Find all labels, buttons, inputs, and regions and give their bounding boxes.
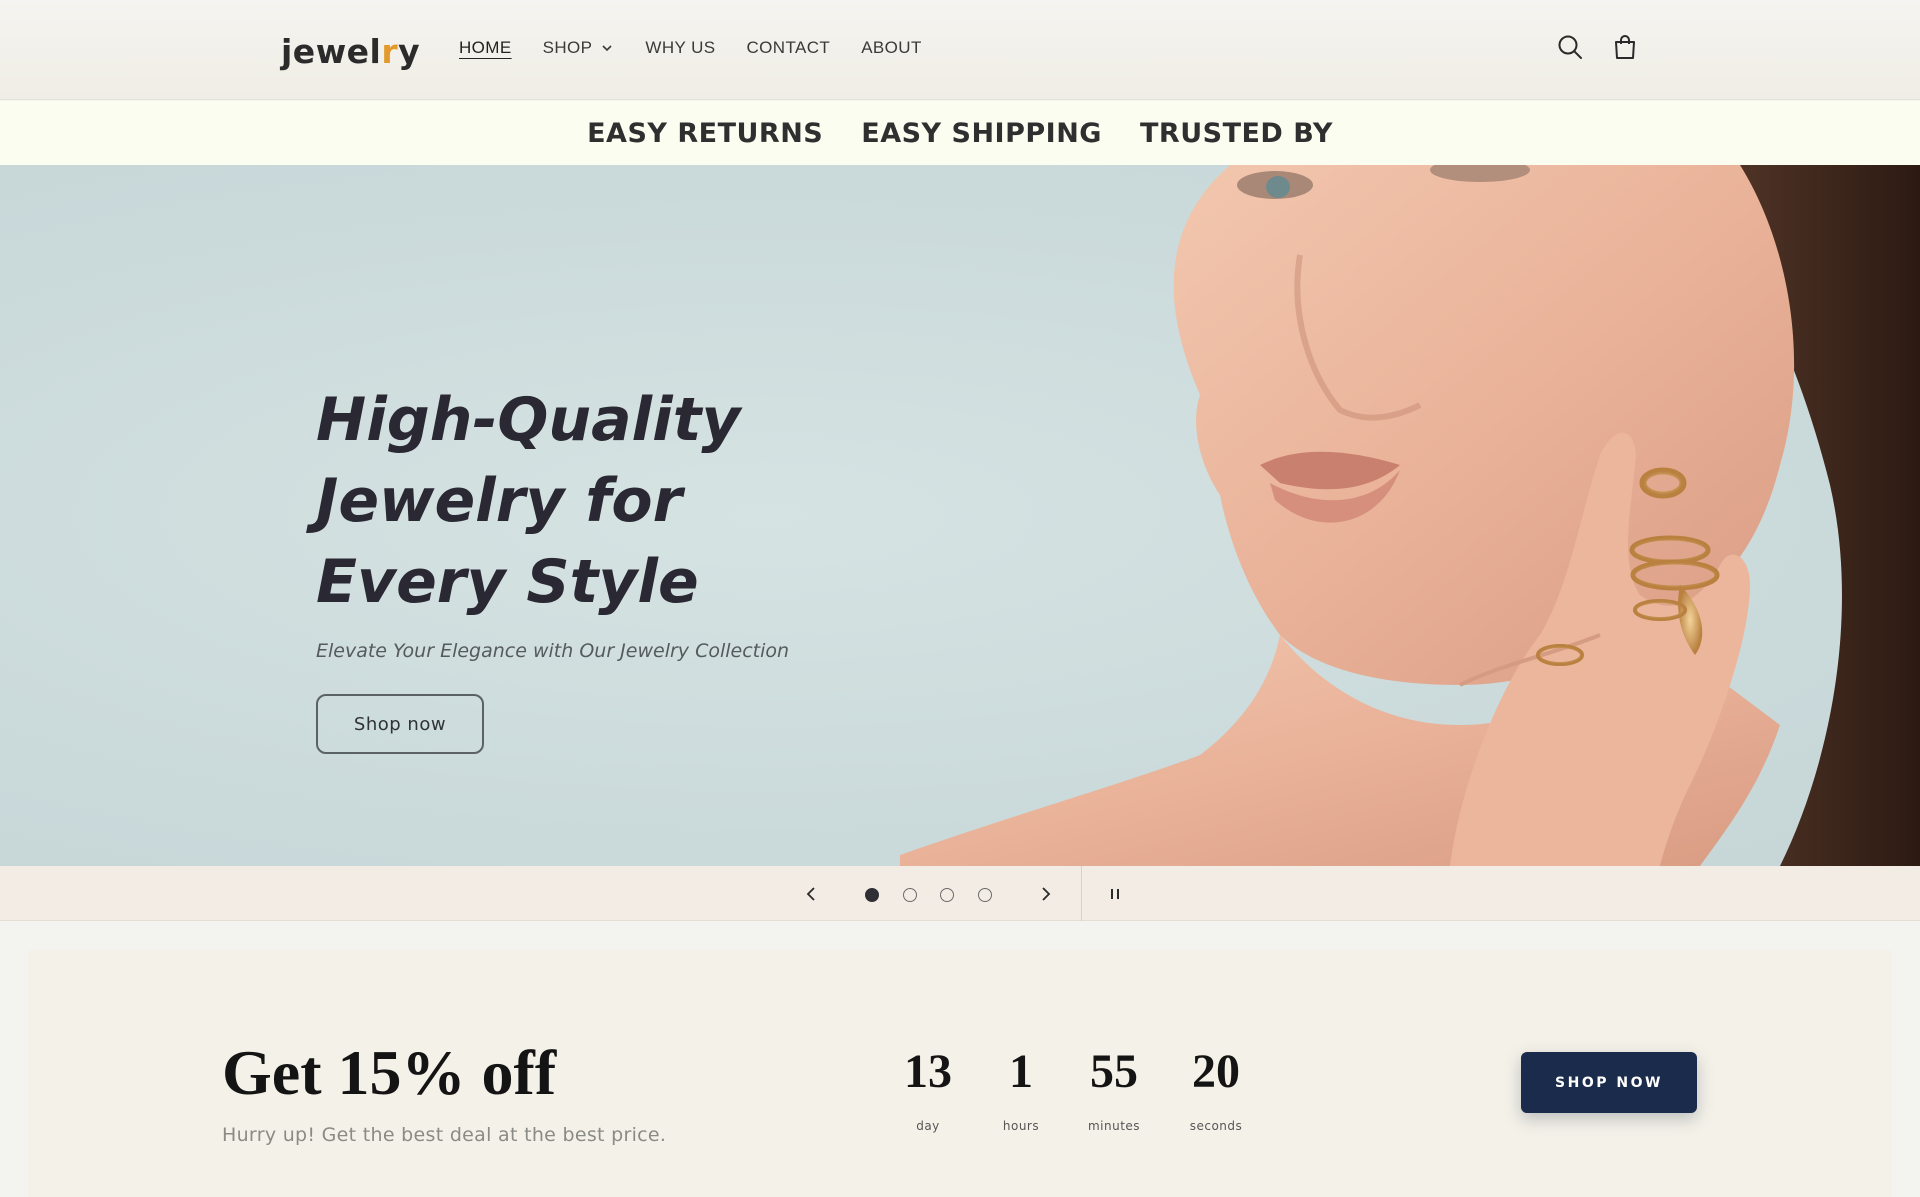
promo-subtitle: Hurry up! Get the best deal at the best … (222, 1124, 667, 1146)
brand-logo[interactable]: jewelry (281, 32, 420, 71)
countdown-minutes-label: minutes (1087, 1119, 1141, 1133)
countdown-minutes-value: 55 (1090, 1045, 1138, 1098)
countdown-hours-label: hours (1002, 1119, 1040, 1133)
chevron-left-icon[interactable] (801, 884, 821, 904)
hero-banner: High-Quality Jewelry for Every Style Ele… (0, 165, 1920, 866)
site-header: jewelry HOME SHOP WHY US CONTACT ABOUT (0, 0, 1920, 100)
hero-subtitle: Elevate Your Elegance with Our Jewelry C… (316, 640, 790, 662)
controls-divider (1081, 866, 1082, 921)
hero-model-image (900, 165, 1920, 866)
nav-contact[interactable]: CONTACT (746, 38, 830, 58)
slide-dot-2[interactable] (903, 888, 917, 902)
countdown-hours-value: 1 (1009, 1045, 1033, 1098)
hero-title: High-Quality Jewelry for Every Style (316, 385, 741, 617)
chevron-down-icon (602, 45, 612, 52)
countdown-seconds-label: seconds (1189, 1119, 1243, 1133)
promo-title: Get 15% off (222, 1037, 557, 1108)
search-icon[interactable] (1556, 33, 1584, 61)
nav-shop[interactable]: SHOP (543, 38, 615, 58)
slideshow-controls (0, 866, 1920, 921)
nav-home[interactable]: HOME (459, 38, 512, 58)
slide-dot-1[interactable] (865, 888, 879, 902)
hero-shop-now-button[interactable]: Shop now (316, 694, 484, 754)
announcement-bar: EASY RETURNS EASY SHIPPING TRUSTED BY (0, 101, 1920, 165)
slide-dot-3[interactable] (940, 888, 954, 902)
announcement-item: TRUSTED BY (1139, 117, 1333, 149)
main-nav: HOME SHOP WHY US CONTACT ABOUT (459, 38, 953, 58)
cart-icon[interactable] (1611, 33, 1639, 61)
nav-about[interactable]: ABOUT (861, 38, 922, 58)
countdown-days-value: 13 (904, 1045, 952, 1098)
chevron-right-icon[interactable] (1036, 884, 1056, 904)
pause-icon[interactable] (1105, 884, 1125, 904)
slide-dot-4[interactable] (978, 888, 992, 902)
announcement-item: EASY SHIPPING (861, 117, 1102, 149)
announcement-item: EASY RETURNS (587, 117, 824, 149)
promo-shop-now-button[interactable]: SHOP NOW (1521, 1052, 1697, 1113)
countdown-days-label: day (916, 1119, 940, 1133)
nav-why-us[interactable]: WHY US (645, 38, 715, 58)
countdown-seconds-value: 20 (1192, 1045, 1240, 1098)
